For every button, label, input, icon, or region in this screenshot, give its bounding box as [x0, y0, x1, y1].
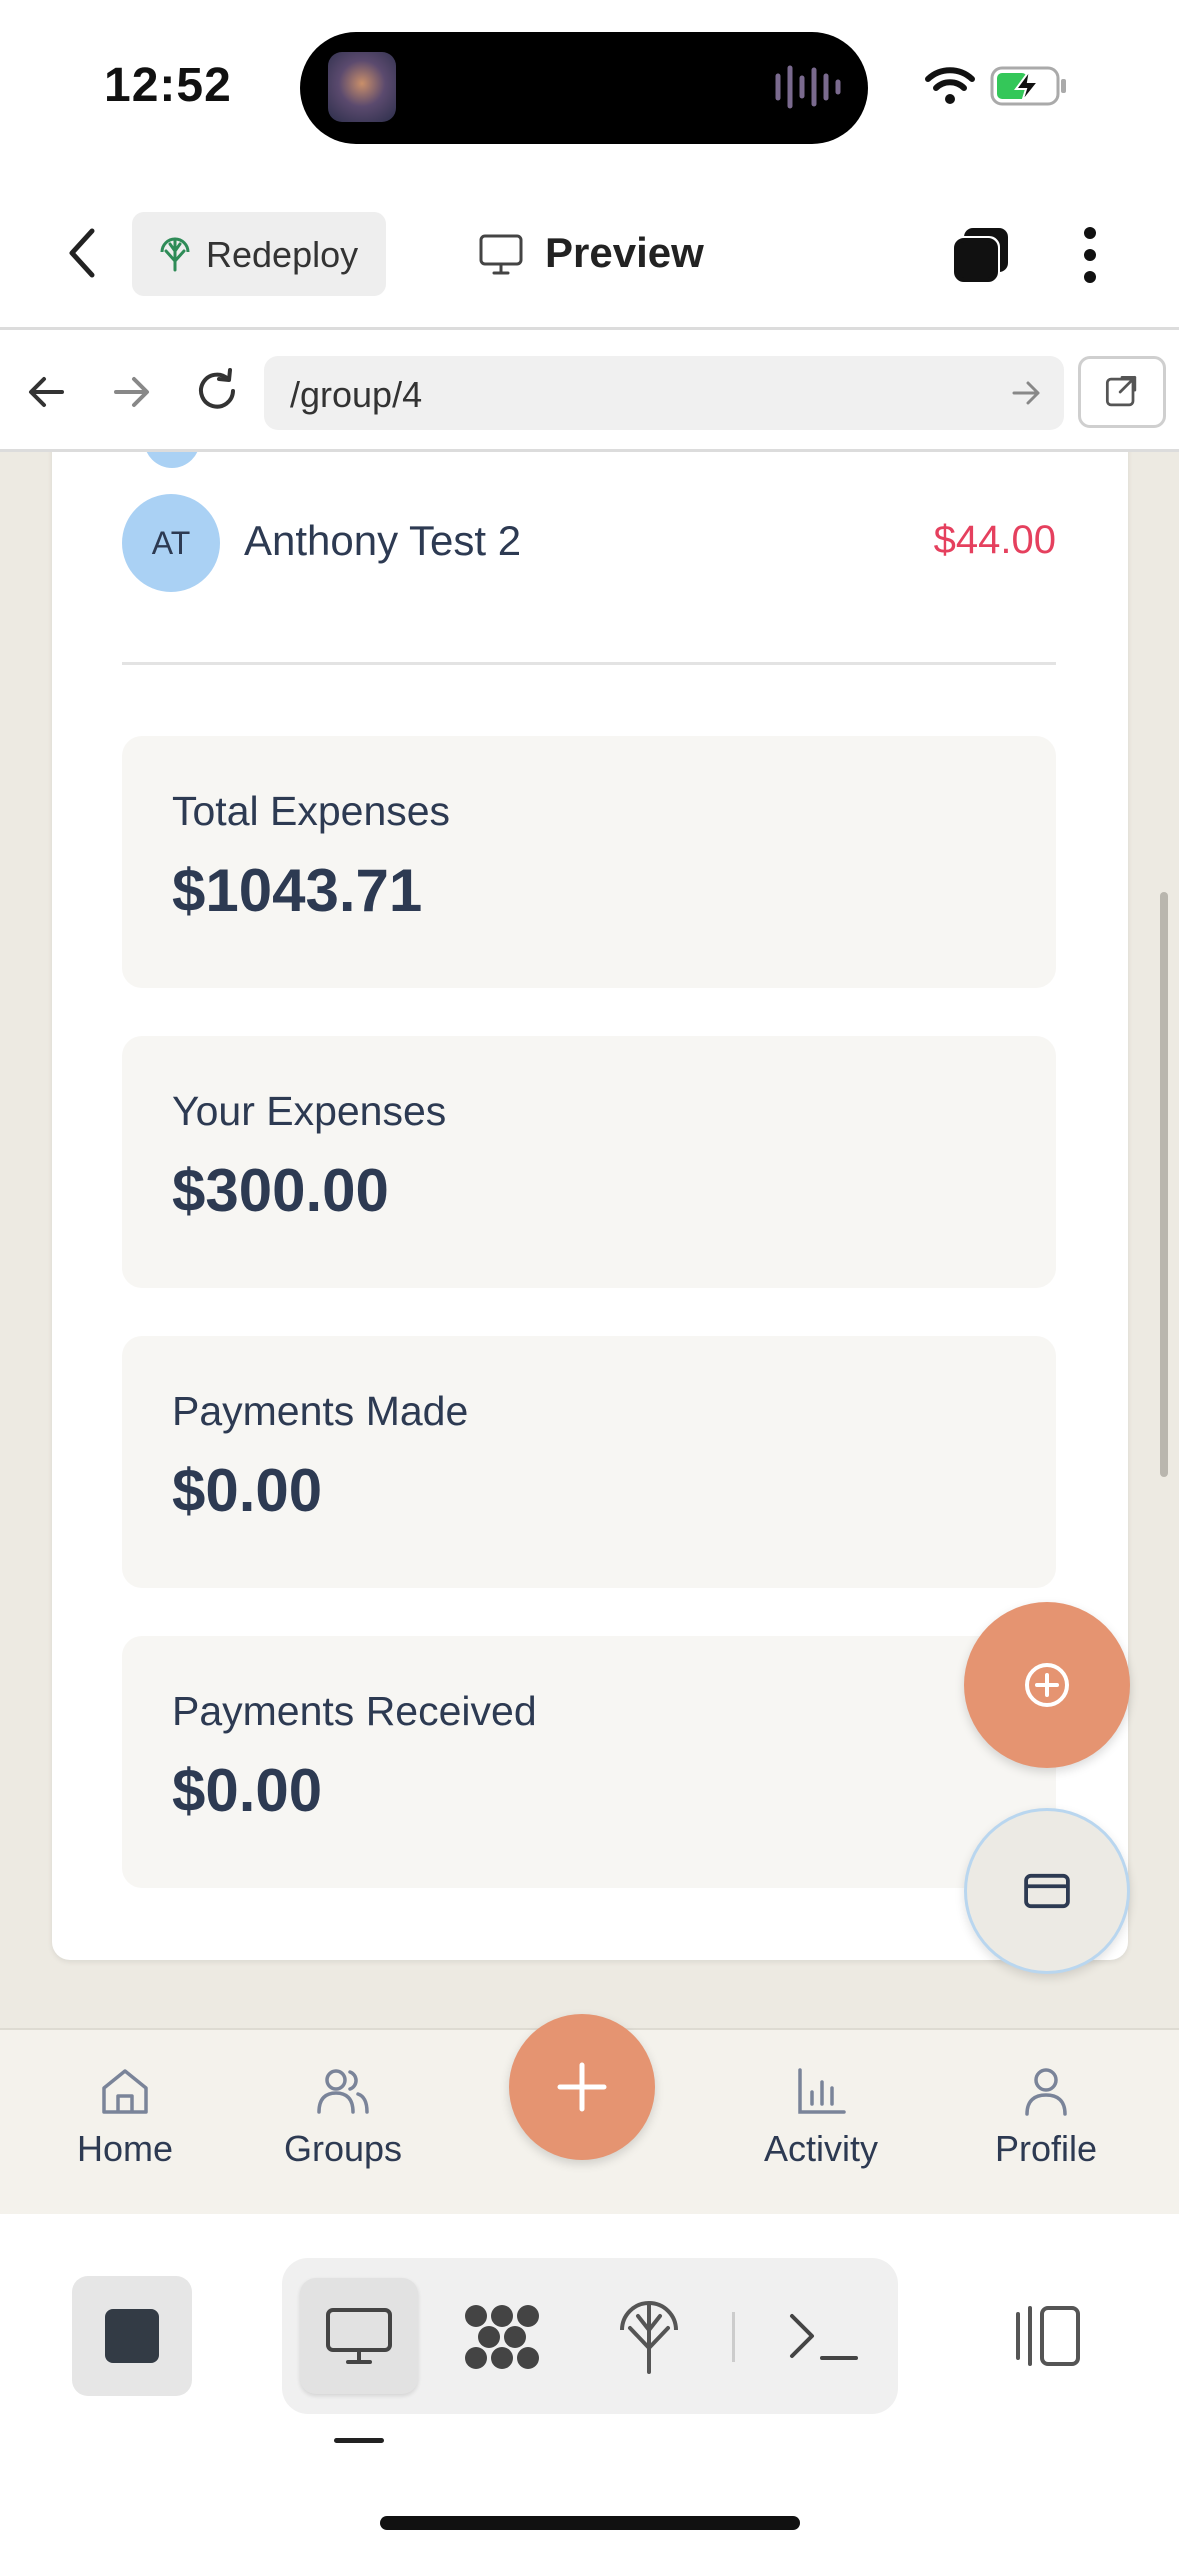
- stop-button[interactable]: [72, 2276, 192, 2396]
- tab-label: Groups: [283, 2128, 403, 2169]
- url-text[interactable]: /group/4: [290, 374, 422, 416]
- user-icon: [1025, 2068, 1067, 2116]
- stat-card-payments-received: Payments Received $0.00: [122, 1636, 1056, 1888]
- member-avatar: AT: [122, 494, 220, 592]
- add-expense-fab[interactable]: [964, 1602, 1130, 1768]
- home-icon: [102, 2069, 148, 2114]
- divider: [122, 662, 1056, 665]
- separator: [732, 2312, 735, 2362]
- tab-groups[interactable]: Groups: [253, 2062, 433, 2170]
- add-button[interactable]: [509, 2014, 655, 2160]
- side-panel-icon[interactable]: [1010, 2304, 1082, 2368]
- tabs-stack-icon[interactable]: [950, 224, 1012, 286]
- tab-home[interactable]: Home: [35, 2062, 215, 2170]
- active-mode-indicator: [334, 2438, 384, 2443]
- status-time: 12:52: [104, 59, 232, 112]
- preview-title[interactable]: Preview: [545, 229, 704, 277]
- scrollbar[interactable]: [1160, 892, 1168, 1477]
- stat-card-total-expenses: Total Expenses $1043.71: [122, 736, 1056, 988]
- preview-mode-button[interactable]: [300, 2278, 418, 2394]
- stat-label: Payments Made: [172, 1388, 469, 1434]
- plus-circle-icon: [1025, 1663, 1069, 1707]
- users-icon: [317, 2069, 369, 2114]
- battery-charging-icon: [990, 66, 1066, 106]
- stat-value: $0.00: [172, 1757, 323, 1824]
- apps-grid-icon[interactable]: [462, 2302, 542, 2372]
- member-name: Anthony Test 2: [244, 517, 522, 564]
- stop-icon: [105, 2309, 159, 2363]
- tab-profile[interactable]: Profile: [956, 2062, 1136, 2170]
- deploy-tree-icon: [160, 237, 190, 272]
- audio-waveform-icon: [775, 65, 841, 109]
- redeploy-label: Redeploy: [206, 234, 359, 275]
- tab-label: Profile: [994, 2128, 1098, 2169]
- arrow-left-icon[interactable]: [24, 370, 68, 414]
- now-playing-artwork-icon: [328, 52, 396, 122]
- record-payment-fab[interactable]: [964, 1808, 1130, 1974]
- stat-label: Total Expenses: [172, 788, 451, 834]
- monitor-icon: [479, 234, 523, 275]
- monitor-icon: [326, 2308, 392, 2364]
- open-external-button[interactable]: [1078, 356, 1166, 428]
- stat-label: Payments Received: [172, 1688, 537, 1734]
- go-arrow-icon[interactable]: [1008, 375, 1044, 411]
- deploy-tree-icon[interactable]: [614, 2296, 684, 2376]
- tab-activity[interactable]: Activity: [731, 2062, 911, 2170]
- tab-label: Home: [76, 2128, 174, 2169]
- member-balance: $44.00: [933, 518, 1056, 562]
- stat-value: $300.00: [172, 1157, 389, 1224]
- home-indicator[interactable]: [380, 2516, 800, 2530]
- terminal-icon[interactable]: [786, 2306, 860, 2366]
- reload-icon[interactable]: [192, 366, 242, 416]
- back-chevron-icon[interactable]: [62, 225, 102, 281]
- more-vertical-icon[interactable]: [1080, 225, 1100, 285]
- stat-card-your-expenses: Your Expenses $300.00: [122, 1036, 1056, 1288]
- stat-value: $1043.71: [172, 857, 423, 924]
- page-content: AT Anthony Test 2 $44.00 Total Expenses …: [0, 452, 1179, 2028]
- stat-card-payments-made: Payments Made $0.00: [122, 1336, 1056, 1588]
- plus-icon: [557, 2062, 607, 2112]
- stat-label: Your Expenses: [172, 1088, 447, 1134]
- stat-value: $0.00: [172, 1457, 323, 1524]
- tab-label: Activity: [763, 2128, 878, 2169]
- external-link-icon: [1105, 375, 1137, 407]
- wifi-icon: [925, 67, 975, 104]
- credit-card-icon: [1024, 1873, 1070, 1909]
- bar-chart-icon: [798, 2068, 846, 2114]
- arrow-right-icon[interactable]: [110, 370, 154, 414]
